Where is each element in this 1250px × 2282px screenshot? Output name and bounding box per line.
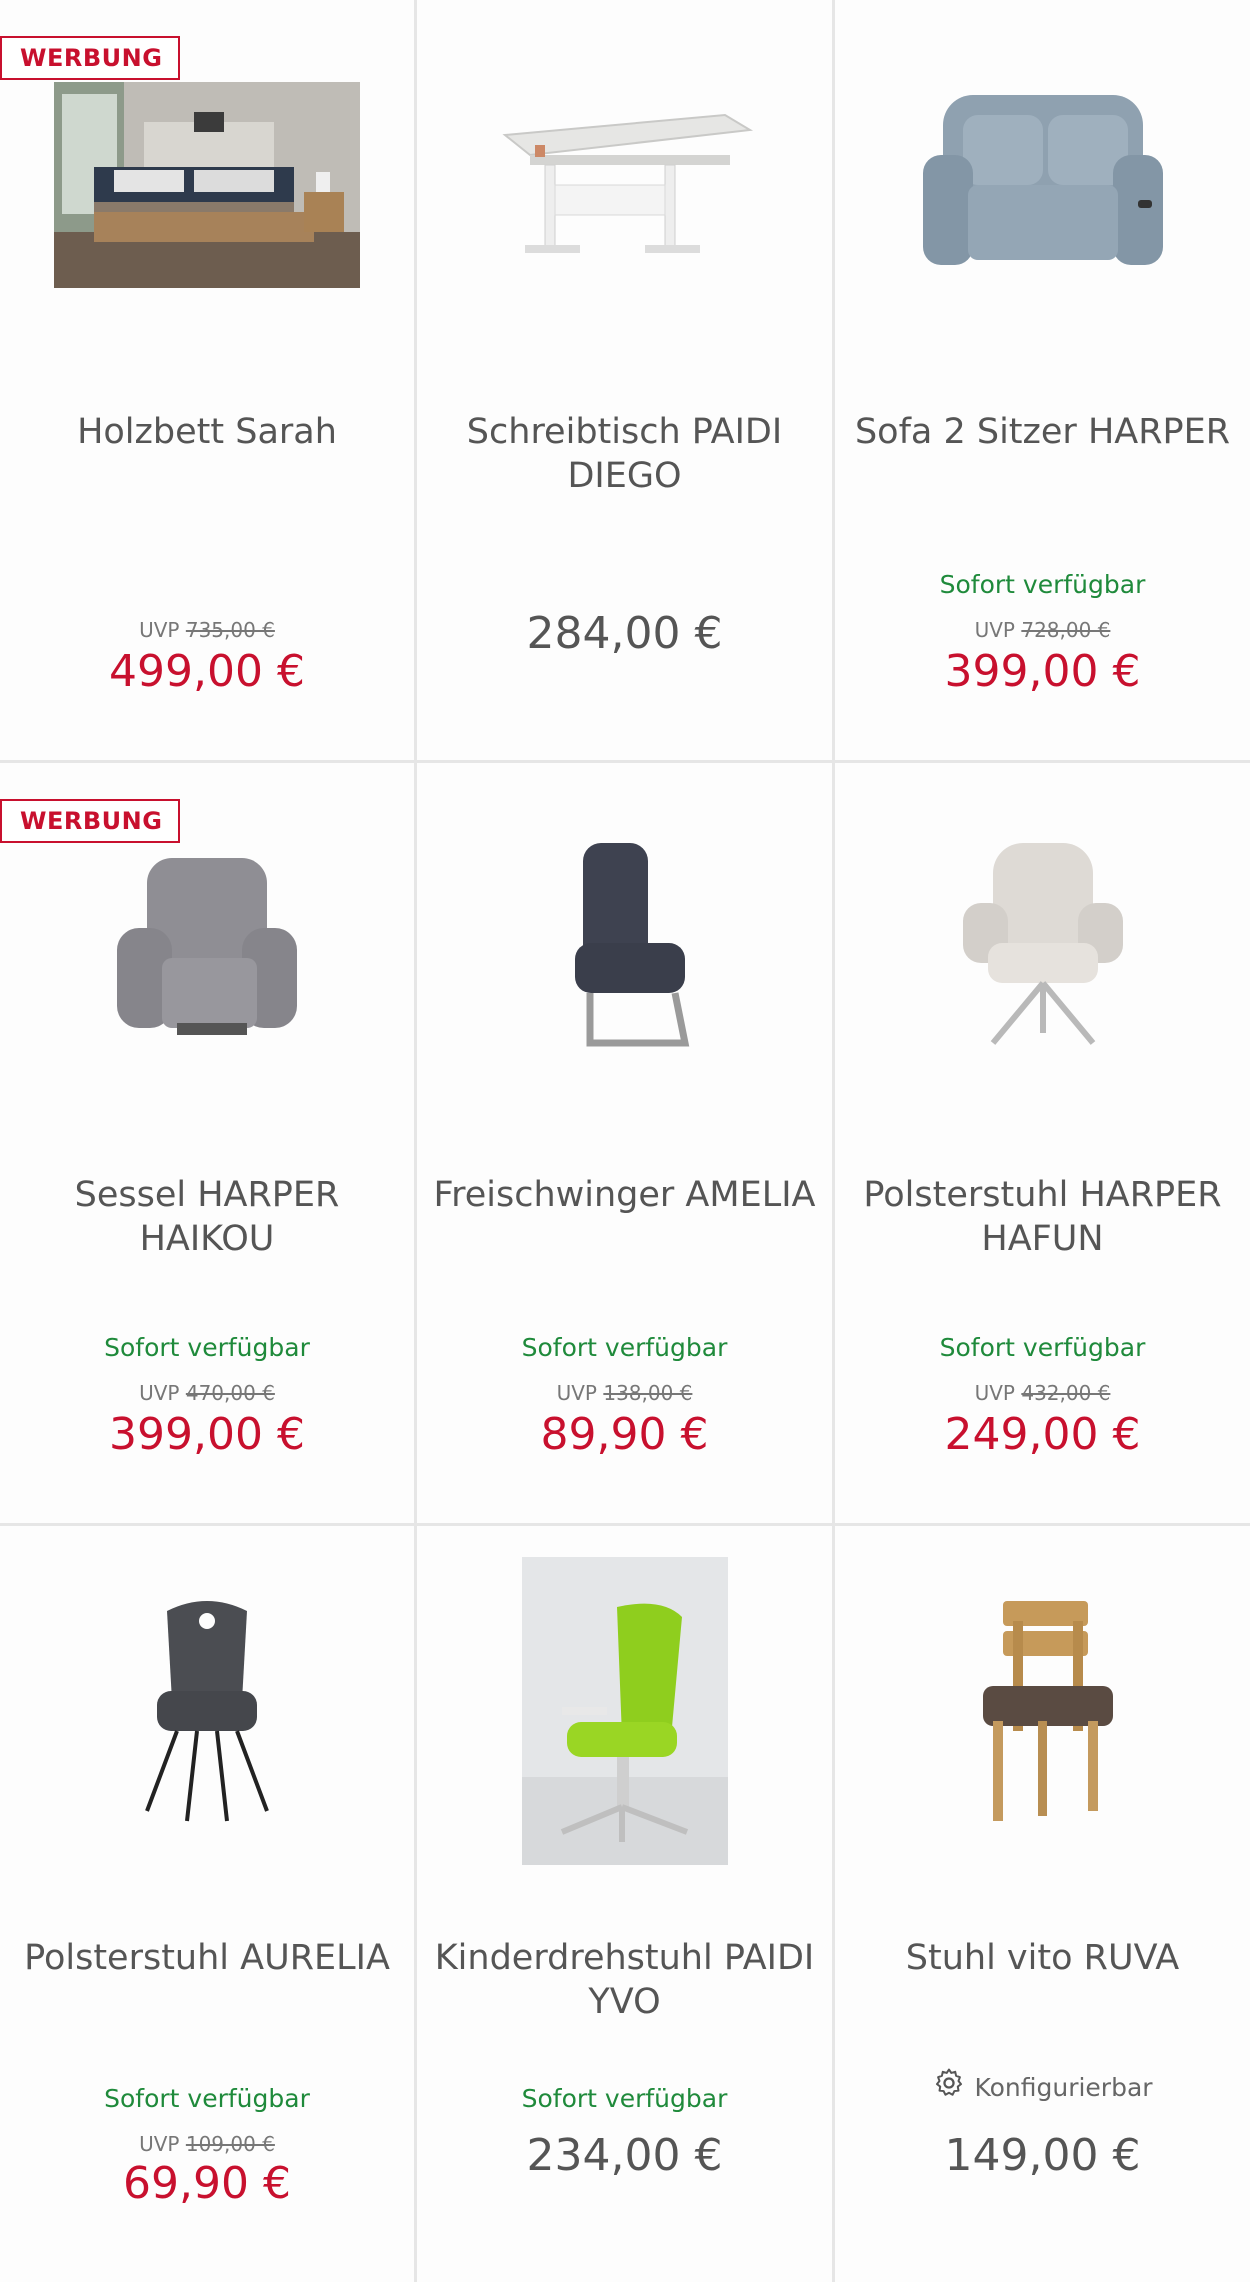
uvp-value: 109,00 €	[185, 2132, 275, 2156]
uvp-label: UVP	[556, 1381, 597, 1405]
ad-badge: WERBUNG	[0, 799, 181, 843]
uvp-label: UVP	[974, 1381, 1015, 1405]
uvp-value: 138,00 €	[603, 1381, 693, 1405]
price: 284,00 €	[526, 608, 723, 659]
uvp-price: UVP 470,00 €	[0, 1379, 414, 1407]
product-title[interactable]: Sessel HARPER HAIKOU	[10, 1173, 404, 1261]
uvp-label: UVP	[139, 2132, 180, 2156]
wood-chair-image	[982, 1601, 1113, 1821]
uvp-price: UVP 432,00 €	[835, 1379, 1250, 1407]
product-card[interactable]: WERBUNG Holzbett Sarah UVP 735,00 € 499,…	[0, 0, 417, 763]
product-card[interactable]: Stuhl vito RUVA Konfigurierbar 149,00 €	[835, 1526, 1250, 2282]
sale-price: 249,00 €	[944, 1409, 1141, 1460]
product-image[interactable]	[417, 783, 832, 1113]
product-title[interactable]: Sofa 2 Sitzer HARPER	[845, 410, 1240, 454]
price: 234,00 €	[526, 2130, 723, 2181]
price: 149,00 €	[944, 2130, 1141, 2181]
gear-icon	[932, 2066, 966, 2110]
product-image[interactable]	[417, 1546, 832, 1876]
uvp-value: 728,00 €	[1021, 618, 1111, 642]
product-title[interactable]: Holzbett Sarah	[10, 410, 404, 454]
product-image[interactable]	[835, 783, 1250, 1113]
sale-price: 399,00 €	[109, 1409, 305, 1460]
availability-status: Sofort verfügbar	[104, 1333, 310, 1362]
product-image[interactable]	[417, 20, 832, 350]
uvp-price: UVP 109,00 €	[0, 2130, 414, 2158]
product-card[interactable]: WERBUNG Sessel HARPER HAIKOU Sofort verf…	[0, 763, 417, 1526]
desk-image	[501, 113, 753, 253]
product-card[interactable]: Schreibtisch PAIDI DIEGO 284,00 €	[417, 0, 835, 763]
availability-status: Sofort verfügbar	[104, 2084, 310, 2113]
product-grid: WERBUNG Holzbett Sarah UVP 735,00 € 499,…	[0, 0, 1250, 2282]
configurable-label[interactable]: Konfigurierbar	[835, 2066, 1250, 2110]
uvp-value: 470,00 €	[185, 1381, 275, 1405]
availability-status: Sofort verfügbar	[521, 2084, 728, 2113]
uvp-price: UVP 728,00 €	[835, 616, 1250, 644]
uvp-price: UVP 138,00 €	[417, 1379, 832, 1407]
sale-price: 499,00 €	[109, 646, 305, 697]
product-title[interactable]: Stuhl vito RUVA	[845, 1936, 1240, 1980]
product-card[interactable]: Polsterstuhl AURELIA Sofort verfügbar UV…	[0, 1526, 417, 2282]
availability-status: Sofort verfügbar	[939, 1333, 1146, 1362]
upholstered-chair-image	[962, 843, 1123, 1045]
product-card[interactable]: Polsterstuhl HARPER HAFUN Sofort verfügb…	[835, 763, 1250, 1526]
sale-price: 399,00 €	[944, 646, 1141, 697]
product-image[interactable]	[835, 20, 1250, 350]
ad-badge: WERBUNG	[0, 36, 181, 80]
product-card[interactable]: Kinderdrehstuhl PAIDI YVO Sofort verfügb…	[417, 1526, 835, 2282]
uvp-value: 432,00 €	[1021, 1381, 1111, 1405]
product-title[interactable]: Polsterstuhl AURELIA	[10, 1936, 404, 1980]
uvp-label: UVP	[139, 1381, 180, 1405]
cantilever-chair-image	[574, 843, 689, 1047]
sale-price: 89,90 €	[540, 1409, 709, 1460]
product-card[interactable]: Sofa 2 Sitzer HARPER Sofort verfügbar UV…	[835, 0, 1250, 763]
uvp-label: UVP	[139, 618, 180, 642]
sofa-image	[922, 95, 1163, 265]
product-image[interactable]	[835, 1546, 1250, 1876]
availability-status: Sofort verfügbar	[521, 1333, 728, 1362]
product-title[interactable]: Polsterstuhl HARPER HAFUN	[845, 1173, 1240, 1261]
kids-chair-image	[521, 1557, 728, 1865]
uvp-value: 735,00 €	[185, 618, 275, 642]
bed-image	[54, 82, 360, 288]
availability-status: Sofort verfügbar	[939, 570, 1146, 599]
sale-price: 69,90 €	[123, 2158, 291, 2209]
product-card[interactable]: Freischwinger AMELIA Sofort verfügbar UV…	[417, 763, 835, 1526]
armchair-image	[117, 858, 297, 1035]
uvp-label: UVP	[974, 618, 1015, 642]
product-image[interactable]	[0, 1546, 414, 1876]
configurable-text: Konfigurierbar	[974, 2073, 1153, 2102]
uvp-price: UVP 735,00 €	[0, 616, 414, 644]
dark-chair-image	[145, 1601, 269, 1822]
product-title[interactable]: Kinderdrehstuhl PAIDI YVO	[427, 1936, 822, 2024]
product-title[interactable]: Schreibtisch PAIDI DIEGO	[427, 410, 822, 498]
product-title[interactable]: Freischwinger AMELIA	[427, 1173, 822, 1217]
